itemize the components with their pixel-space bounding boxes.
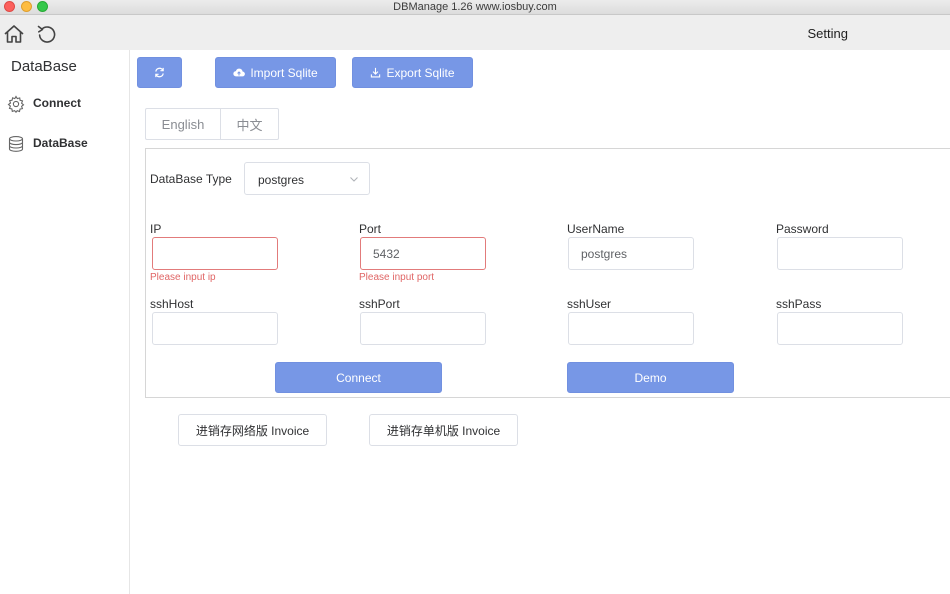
ssh-port-input[interactable] bbox=[360, 312, 486, 345]
language-selector: English 中文 bbox=[145, 108, 279, 140]
ssh-user-input[interactable] bbox=[568, 312, 694, 345]
ssh-pass-label: sshPass bbox=[776, 297, 822, 311]
username-label: UserName bbox=[567, 222, 625, 236]
language-chinese-button[interactable]: 中文 bbox=[221, 109, 278, 139]
home-icon[interactable] bbox=[3, 23, 25, 45]
cloud-upload-icon bbox=[233, 68, 246, 77]
window-title: DBManage 1.26 www.iosbuy.com bbox=[393, 1, 557, 13]
refresh-icon bbox=[155, 67, 164, 78]
connect-button[interactable]: Connect bbox=[275, 362, 442, 393]
ip-error: Please input ip bbox=[150, 272, 216, 283]
port-error: Please input port bbox=[359, 272, 435, 283]
ip-label: IP bbox=[150, 222, 162, 236]
password-input[interactable] bbox=[777, 237, 903, 270]
ssh-host-input[interactable] bbox=[152, 312, 278, 345]
db-type-value: postgres bbox=[258, 173, 305, 187]
ssh-port-label: sshPort bbox=[359, 297, 400, 311]
download-icon bbox=[371, 67, 381, 78]
invoice-standalone-button[interactable]: 进销存单机版 Invoice bbox=[369, 414, 518, 446]
ssh-user-label: sshUser bbox=[567, 297, 612, 311]
database-icon bbox=[8, 136, 24, 152]
invoice-network-button[interactable]: 进销存网络版 Invoice bbox=[178, 414, 327, 446]
sidebar-item-connect[interactable]: Connect bbox=[0, 89, 129, 119]
language-english-button[interactable]: English bbox=[146, 109, 221, 139]
chevron-down-icon bbox=[350, 177, 358, 182]
gear-icon bbox=[7, 95, 25, 113]
sidebar-item-database[interactable]: DataBase bbox=[0, 129, 129, 159]
export-sqlite-button[interactable]: Export Sqlite bbox=[352, 57, 473, 88]
app-header: Setting bbox=[0, 15, 950, 50]
connection-form: DataBase Type postgres IP Please input i… bbox=[145, 148, 950, 398]
ssh-host-label: sshHost bbox=[150, 297, 194, 311]
refresh-button[interactable] bbox=[137, 57, 182, 88]
reload-icon[interactable] bbox=[36, 23, 58, 45]
sidebar: DataBase Connect DataBase bbox=[0, 50, 130, 594]
password-label: Password bbox=[776, 222, 829, 236]
username-input[interactable] bbox=[568, 237, 694, 270]
window-titlebar: DBManage 1.26 www.iosbuy.com bbox=[0, 0, 950, 15]
page-title: Setting bbox=[807, 26, 848, 41]
sidebar-item-label: Connect bbox=[33, 96, 81, 110]
demo-button[interactable]: Demo bbox=[567, 362, 734, 393]
port-input[interactable] bbox=[360, 237, 486, 270]
import-sqlite-button[interactable]: Import Sqlite bbox=[215, 57, 336, 88]
sidebar-item-label: DataBase bbox=[33, 136, 88, 150]
ssh-pass-input[interactable] bbox=[777, 312, 903, 345]
export-sqlite-label: Export Sqlite bbox=[386, 65, 455, 80]
import-sqlite-label: Import Sqlite bbox=[250, 65, 318, 80]
port-label: Port bbox=[359, 222, 382, 236]
sidebar-title: DataBase bbox=[11, 58, 77, 75]
db-type-select[interactable]: postgres bbox=[244, 162, 370, 195]
ip-input[interactable] bbox=[152, 237, 278, 270]
db-type-label: DataBase Type bbox=[150, 172, 232, 186]
